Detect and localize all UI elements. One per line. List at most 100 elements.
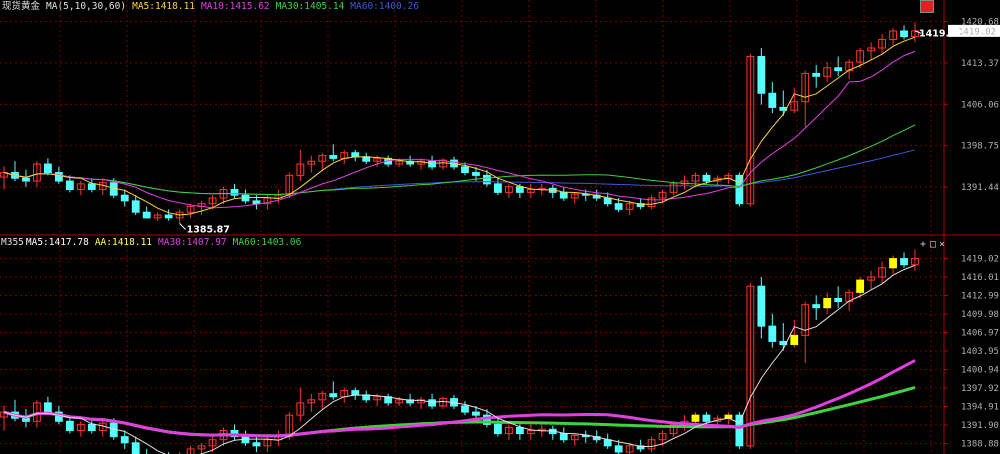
bottom-ma5-label: MA5:1417.78 (25, 237, 89, 248)
bottom-candle (428, 399, 436, 407)
bottom-candle (790, 334, 799, 346)
bottom-candle (702, 414, 711, 422)
bottom-candle (900, 258, 908, 266)
bottom-ma60-line (3, 385, 916, 438)
bottom-candle (603, 439, 612, 447)
symbol-label: 现货黄金 (2, 1, 41, 12)
bottom-indicator-label[interactable]: M355 (1, 237, 24, 248)
y-tick-label: 1398.75 (961, 142, 999, 152)
top-candle (54, 172, 63, 182)
bottom-candle (889, 258, 897, 269)
top-candle (757, 55, 766, 94)
ma5-line (3, 36, 916, 216)
add-icon[interactable]: + (920, 240, 926, 250)
bottom-candle (757, 285, 766, 327)
bottom-candle (461, 405, 469, 413)
y-tick-label: 1412.99 (961, 291, 999, 301)
bottom-ma60-label: MA60:1403.06 (232, 237, 302, 248)
top-candle (44, 163, 52, 174)
top-legend: 现货黄金 MA(5,10,30,60) MA5:1418.11 MA10:1415.6… (2, 1, 425, 13)
top-candle (735, 174, 744, 205)
y-tick-label: 1406.06 (961, 100, 999, 110)
bottom-candle (812, 304, 821, 309)
top-candle (120, 194, 129, 202)
bottom-candle (559, 433, 568, 441)
bottom-candle (614, 445, 623, 453)
top-candle (142, 211, 151, 219)
bottom-candle (515, 426, 524, 435)
bottom-candle (691, 414, 700, 422)
top-candle (22, 177, 30, 182)
ma30-line (3, 124, 916, 195)
ma60-label: MA60:1400.26 (350, 1, 419, 12)
low-price-annotation: 1385.87 (187, 225, 230, 236)
top-candle (515, 186, 524, 193)
top-candle (702, 174, 711, 182)
top-candle (900, 30, 908, 38)
bottom-candle (472, 411, 480, 416)
top-candle (812, 72, 821, 77)
top-candle (483, 174, 491, 185)
chart-svg: 1420.681413.371406.061398.751391.441419.… (0, 0, 1000, 454)
bottom-candle (120, 436, 129, 444)
y-tick-label: 1391.90 (961, 421, 999, 431)
bottom-candle (735, 414, 744, 447)
y-tick-label: 1413.37 (961, 59, 999, 69)
y-tick-label: 1406.97 (961, 328, 999, 338)
bottom-candle (329, 393, 338, 398)
bottom-candle (252, 442, 261, 447)
top-candle (65, 180, 74, 191)
y-tick-label: 1394.91 (961, 403, 999, 413)
bottom-candle (351, 390, 360, 396)
bottom-candle (834, 298, 843, 303)
top-candle (614, 203, 623, 210)
top-candle (87, 183, 96, 191)
y-tick-label: 1388.88 (961, 440, 999, 450)
top-candle (252, 200, 261, 205)
top-candle (351, 152, 360, 158)
ma60-line (3, 149, 916, 195)
chart-window: 1420.68 1413.37 1406.06 1398.75 1391.44 1419.… (0, 0, 1000, 454)
top-candle (768, 92, 777, 108)
indicator-label[interactable]: MA(5,10,30,60) (46, 1, 126, 12)
bottom-ma30-label: MA30:1407.97 (158, 237, 227, 248)
bottom-candle (494, 423, 502, 435)
bottom-candle (131, 442, 140, 454)
bottom-legend: M355 MA5:1417.78 AA:1418.11 MA30:1407.97 MA6… (1, 237, 307, 249)
close-icon[interactable]: × (939, 240, 945, 250)
top-candle (494, 183, 502, 193)
bottom-candle (768, 325, 777, 342)
top-candle (230, 189, 239, 196)
bottom-aa-label: AA:1418.11 (94, 237, 153, 248)
y-tick-label: 1397.92 (961, 384, 999, 394)
bottom-candle (65, 420, 74, 432)
y-tick-label: 1419.02 (961, 254, 999, 264)
bottom-candle (823, 298, 832, 309)
top-candle (834, 67, 843, 72)
y-tick-label: 1403.95 (961, 347, 999, 357)
top-candle (472, 172, 480, 176)
maximize-icon[interactable]: □ (930, 240, 936, 250)
high-price-annotation: 1419.02 (919, 28, 962, 39)
top-candle (461, 166, 469, 174)
y-tick-label: 1400.94 (961, 365, 999, 375)
low-annotation-leader (179, 223, 186, 230)
ma5-label: MA5:1418.11 (132, 1, 196, 12)
bottom-candle (87, 423, 96, 432)
y-tick-label: 1409.98 (961, 310, 999, 320)
top-candle (603, 197, 612, 205)
bottom-candle (44, 402, 52, 413)
ma10-label: MA10:1415.62 (201, 1, 270, 12)
top-candle (559, 191, 568, 199)
top-candle (131, 200, 140, 213)
top-candle (329, 155, 338, 159)
ma10-line (3, 50, 916, 209)
y-tick-label: 1391.44 (961, 183, 999, 193)
y-tick-label: 1416.01 (961, 273, 999, 283)
panel-menu-icon[interactable] (920, 0, 934, 13)
top-candle (164, 214, 173, 219)
bottom-candle (856, 279, 865, 293)
top-candle (428, 160, 436, 168)
ma30-label: MA30:1405.14 (275, 1, 345, 12)
last-price-label: 1419.02 (958, 27, 996, 37)
